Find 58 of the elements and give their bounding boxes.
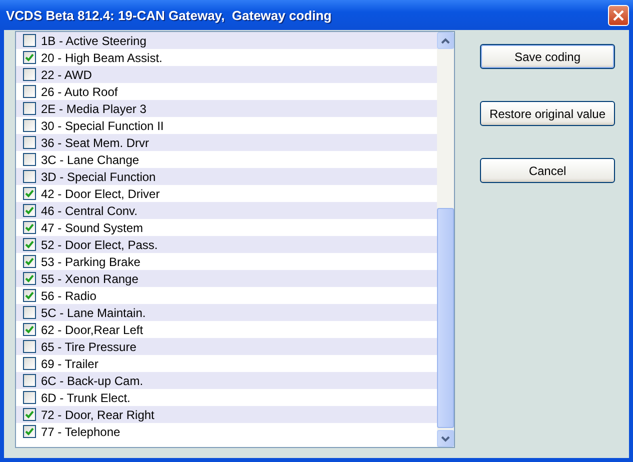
list-item[interactable]: 2E - Media Player 3 <box>16 100 437 117</box>
checkbox[interactable] <box>23 408 36 421</box>
list-item[interactable]: 5C - Lane Maintain. <box>16 304 437 321</box>
checkbox[interactable] <box>23 289 36 302</box>
checkbox[interactable] <box>23 357 36 370</box>
list-item[interactable]: 77 - Telephone <box>16 423 437 440</box>
list-item[interactable]: 1B - Active Steering <box>16 32 437 49</box>
list-item[interactable]: 53 - Parking Brake <box>16 253 437 270</box>
checkbox[interactable] <box>23 238 36 251</box>
list-item[interactable]: 20 - High Beam Assist. <box>16 49 437 66</box>
list-item[interactable]: 22 - AWD <box>16 66 437 83</box>
list-item[interactable]: 65 - Tire Pressure <box>16 338 437 355</box>
checkbox[interactable] <box>23 153 36 166</box>
list-item[interactable]: 42 - Door Elect, Driver <box>16 185 437 202</box>
list-item[interactable]: 6C - Back-up Cam. <box>16 372 437 389</box>
checkbox[interactable] <box>23 85 36 98</box>
checkbox[interactable] <box>23 374 36 387</box>
list-item[interactable]: 3C - Lane Change <box>16 151 437 168</box>
checkbox[interactable] <box>23 306 36 319</box>
checkbox[interactable] <box>23 34 36 47</box>
checkbox[interactable] <box>23 68 36 81</box>
checkbox[interactable] <box>23 425 36 438</box>
checkbox[interactable] <box>23 323 36 336</box>
list-item[interactable]: 6D - Trunk Elect. <box>16 389 437 406</box>
window-title: VCDS Beta 812.4: 19-CAN Gateway, Gateway coding <box>6 8 332 22</box>
close-icon <box>612 8 625 22</box>
checkbox[interactable] <box>23 221 36 234</box>
scrollbar[interactable] <box>437 32 454 447</box>
checkbox[interactable] <box>23 391 36 404</box>
list-item[interactable]: 46 - Central Conv. <box>16 202 437 219</box>
checkbox[interactable] <box>23 170 36 183</box>
checkbox[interactable] <box>23 255 36 268</box>
dialog-button[interactable]: Save coding <box>480 44 615 69</box>
list-item[interactable]: 62 - Door,Rear Left <box>16 321 437 338</box>
list-item[interactable]: 52 - Door Elect, Pass. <box>16 236 437 253</box>
list-item[interactable]: 3D - Special Function <box>16 168 437 185</box>
checkbox[interactable] <box>23 204 36 217</box>
list-item[interactable]: 47 - Sound System <box>16 219 437 236</box>
list-item[interactable]: 36 - Seat Mem. Drvr <box>16 134 437 151</box>
close-button[interactable] <box>608 4 629 26</box>
list-item[interactable]: 55 - Xenon Range <box>16 270 437 287</box>
scroll-down-button[interactable] <box>437 430 454 447</box>
list-item[interactable]: 72 - Door, Rear Right <box>16 406 437 423</box>
checkbox[interactable] <box>23 51 36 64</box>
list-item[interactable]: 69 - Trailer <box>16 355 437 372</box>
checkbox[interactable] <box>23 102 36 115</box>
checkbox[interactable] <box>23 340 36 353</box>
checkbox[interactable] <box>23 187 36 200</box>
checkbox[interactable] <box>23 272 36 285</box>
checkbox[interactable] <box>23 119 36 132</box>
checkbox[interactable] <box>23 136 36 149</box>
scroll-thumb[interactable] <box>437 208 454 428</box>
scroll-up-button[interactable] <box>437 32 454 49</box>
list-item[interactable]: 26 - Auto Roof <box>16 83 437 100</box>
list-item[interactable]: 56 - Radio <box>16 287 437 304</box>
dialog-button[interactable]: Restore original value <box>480 101 615 126</box>
list-item[interactable]: 30 - Special Function II <box>16 117 437 134</box>
dialog-button[interactable]: Cancel <box>480 158 615 183</box>
